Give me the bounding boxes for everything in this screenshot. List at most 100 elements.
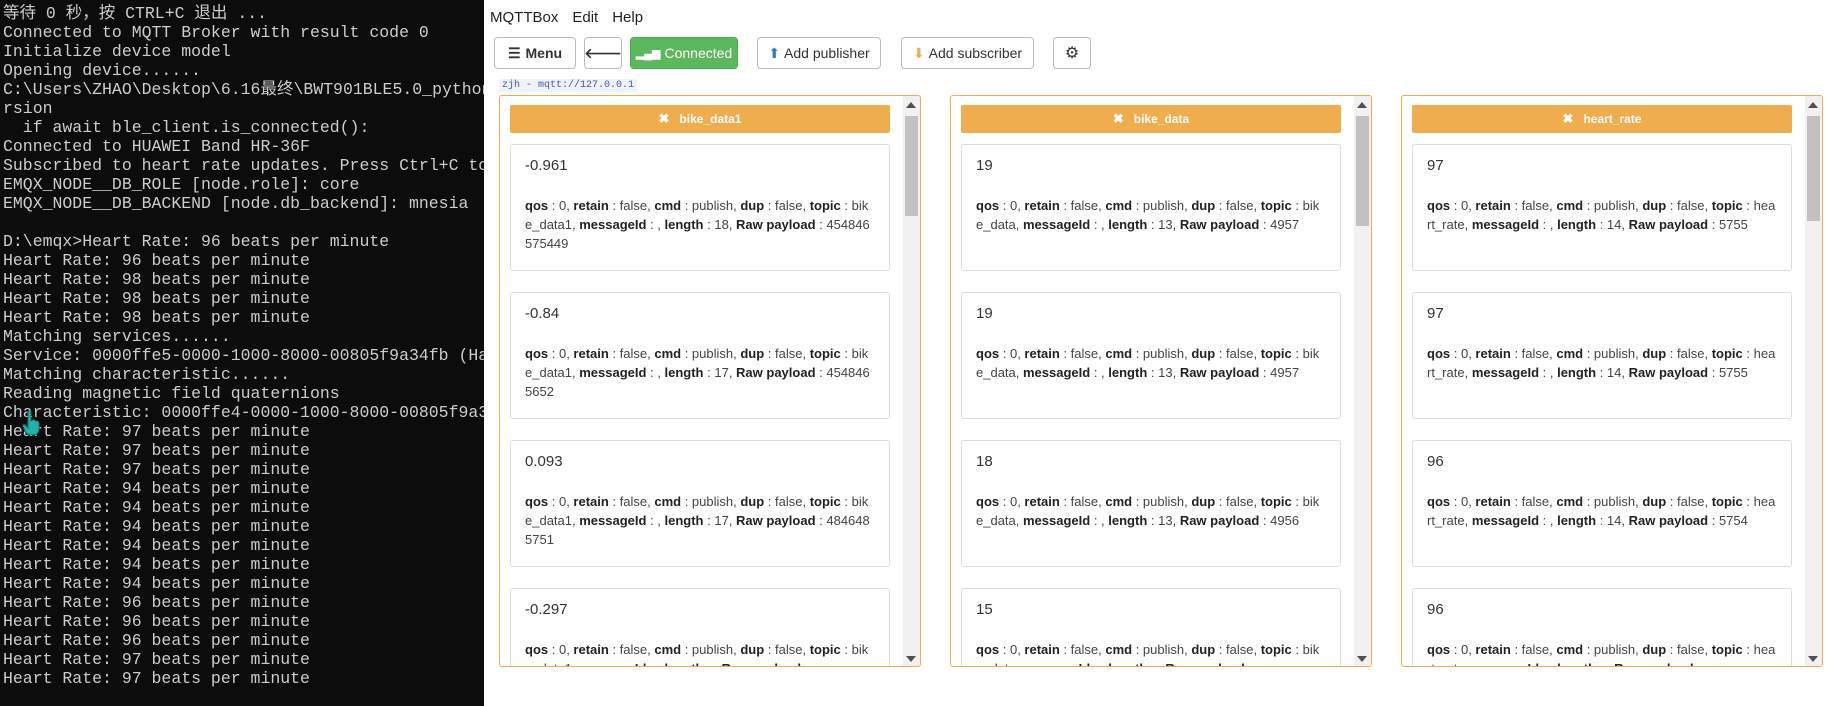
add-publisher-button[interactable]: ⬆ Add publisher	[757, 37, 881, 69]
meta-length: 18	[714, 217, 729, 232]
scrollbar-thumb[interactable]	[905, 116, 918, 216]
message-card: 96 qos : 0, retain : false, cmd : publish…	[1412, 440, 1792, 567]
terminal-output: 等待 0 秒，按 CTRL+C 退出 ... Connected to MQTT…	[3, 4, 484, 688]
close-icon[interactable]: ✖	[1113, 111, 1124, 127]
message-value: -0.84	[525, 305, 560, 322]
message-value: 19	[976, 305, 993, 322]
meta-raw-payload: 5755	[1718, 217, 1748, 232]
hamburger-icon: ☰	[507, 44, 521, 61]
vertical-scrollbar[interactable]	[903, 96, 920, 666]
scroll-down-arrow-icon[interactable]	[1808, 656, 1818, 662]
menu-app-title[interactable]: MQTTBox	[490, 9, 558, 26]
message-card: -0.961 qos : 0, retain : false, cmd : pub…	[510, 144, 890, 271]
arrow-left-icon: 🡐	[584, 44, 622, 61]
message-meta: qos : 0, retain : false, cmd : publish, …	[976, 494, 1320, 528]
subscriber-header[interactable]: ✖ heart_rate	[1412, 105, 1792, 133]
vertical-scrollbar[interactable]	[1354, 96, 1371, 666]
message-value: -0.297	[525, 601, 568, 618]
message-meta: qos : 0, retain : false, cmd : publish, …	[1427, 494, 1776, 528]
gear-icon: ⚙	[1064, 45, 1080, 62]
meta-raw-payload: 5755	[1718, 365, 1748, 380]
meta-length: 14	[1606, 513, 1622, 528]
meta-length: 17	[714, 513, 729, 528]
connection-label: zjh - mqtt://127.0.0.1	[499, 79, 638, 92]
meta-raw-payload: 4956	[1270, 513, 1300, 528]
meta-length: 17	[714, 365, 729, 380]
message-meta: qos : 0, retain : false, cmd : publish, …	[525, 198, 870, 251]
subscriber-header[interactable]: ✖ bike_data1	[510, 105, 890, 133]
message-value: 96	[1427, 601, 1444, 618]
add-subscriber-button[interactable]: ⬇ Add subscriber	[901, 37, 1034, 69]
message-card: 97 qos : 0, retain : false, cmd : publish…	[1412, 144, 1792, 271]
subscriber-topic: heart_rate	[1583, 112, 1642, 126]
message-value: 96	[1427, 453, 1444, 470]
message-card: 15 qos : 0, retain : false, cmd : publish…	[961, 588, 1341, 666]
message-card: -0.84 qos : 0, retain : false, cmd : publ…	[510, 292, 890, 419]
scroll-up-arrow-icon[interactable]	[1357, 102, 1367, 108]
menu-edit[interactable]: Edit	[572, 9, 598, 26]
menu-button[interactable]: ☰ Menu	[494, 37, 576, 69]
meta-length: 13	[1158, 217, 1173, 232]
message-card: 0.093 qos : 0, retain : false, cmd : publ…	[510, 440, 890, 567]
message-value: 18	[976, 453, 993, 470]
message-value: 97	[1427, 305, 1444, 322]
scroll-up-arrow-icon[interactable]	[906, 102, 916, 108]
message-value: 0.093	[525, 453, 563, 470]
message-meta: qos : 0, retain : false, cmd : publish, …	[525, 640, 875, 666]
subscriber-column-bike-data: ✖ bike_data 19 qos : 0, retain : false, cmd…	[950, 95, 1372, 667]
meta-length: 14	[1606, 217, 1622, 232]
scrollbar-thumb[interactable]	[1807, 116, 1820, 221]
vertical-scrollbar[interactable]	[1805, 96, 1822, 666]
menu-help[interactable]: Help	[612, 9, 643, 26]
add-subscriber-label: Add subscriber	[928, 45, 1023, 61]
subscriber-topic: bike_data1	[679, 112, 742, 126]
mqttbox-window: MQTTBox Edit Help ☰ Menu 🡐 ▂▄▆ Connected…	[484, 0, 1827, 706]
meta-length: 13	[1158, 365, 1173, 380]
message-value: 19	[976, 157, 993, 174]
scroll-down-arrow-icon[interactable]	[906, 656, 916, 662]
message-meta: qos : 0, retain : false, cmd : publish, …	[976, 640, 1326, 666]
message-card: 19 qos : 0, retain : false, cmd : publish…	[961, 144, 1341, 271]
meta-raw-payload: 4957	[1270, 217, 1300, 232]
message-card: 97 qos : 0, retain : false, cmd : publish…	[1412, 292, 1792, 419]
message-meta: qos : 0, retain : false, cmd : publish, …	[525, 494, 870, 547]
message-card: 96 qos : 0, retain : false, cmd : publish…	[1412, 588, 1792, 666]
close-icon[interactable]: ✖	[1563, 111, 1574, 127]
subscriber-column-bike-data1: ✖ bike_data1 -0.961 qos : 0, retain : false…	[499, 95, 921, 667]
scroll-up-arrow-icon[interactable]	[1808, 102, 1818, 108]
subscriber-topic: bike_data	[1133, 112, 1190, 126]
message-value: -0.961	[525, 157, 568, 174]
message-meta: qos : 0, retain : false, cmd : publish, …	[1427, 346, 1776, 380]
message-meta: qos : 0, retain : false, cmd : publish, …	[1427, 640, 1777, 666]
scrollbar-thumb[interactable]	[1356, 116, 1369, 226]
scroll-down-arrow-icon[interactable]	[1357, 656, 1367, 662]
message-card: -0.297 qos : 0, retain : false, cmd : pub…	[510, 588, 890, 666]
message-value: 15	[976, 601, 993, 618]
settings-button[interactable]: ⚙	[1053, 37, 1091, 69]
hand-cursor-icon	[22, 410, 40, 436]
message-meta: qos : 0, retain : false, cmd : publish, …	[1427, 198, 1776, 232]
signal-icon: ▂▄▆	[635, 47, 661, 60]
menu-bar: MQTTBox Edit Help	[484, 0, 1827, 34]
subscriber-column-heart-rate: ✖ heart_rate 97 qos : 0, retain : false, cm…	[1401, 95, 1823, 667]
close-icon[interactable]: ✖	[659, 111, 670, 127]
message-meta: qos : 0, retain : false, cmd : publish, …	[976, 198, 1320, 232]
meta-length: 13	[1158, 513, 1173, 528]
menu-button-label: Menu	[525, 45, 563, 61]
download-circle-icon: ⬇	[912, 44, 925, 61]
meta-length: 14	[1606, 365, 1622, 380]
add-publisher-label: Add publisher	[784, 45, 870, 61]
message-meta: qos : 0, retain : false, cmd : publish, …	[976, 346, 1320, 380]
connected-button[interactable]: ▂▄▆ Connected	[630, 37, 738, 69]
message-card: 19 qos : 0, retain : false, cmd : publish…	[961, 292, 1341, 419]
meta-raw-payload: 5754	[1718, 513, 1748, 528]
back-button[interactable]: 🡐	[584, 37, 622, 69]
subscriber-header[interactable]: ✖ bike_data	[961, 105, 1341, 133]
message-meta: qos : 0, retain : false, cmd : publish, …	[525, 346, 870, 399]
message-card: 18 qos : 0, retain : false, cmd : publish…	[961, 440, 1341, 567]
meta-raw-payload: 4957	[1270, 365, 1300, 380]
connected-label: Connected	[664, 45, 733, 61]
terminal-window[interactable]: 等待 0 秒，按 CTRL+C 退出 ... Connected to MQTT…	[0, 0, 484, 706]
upload-circle-icon: ⬆	[768, 44, 781, 61]
message-value: 97	[1427, 157, 1444, 174]
